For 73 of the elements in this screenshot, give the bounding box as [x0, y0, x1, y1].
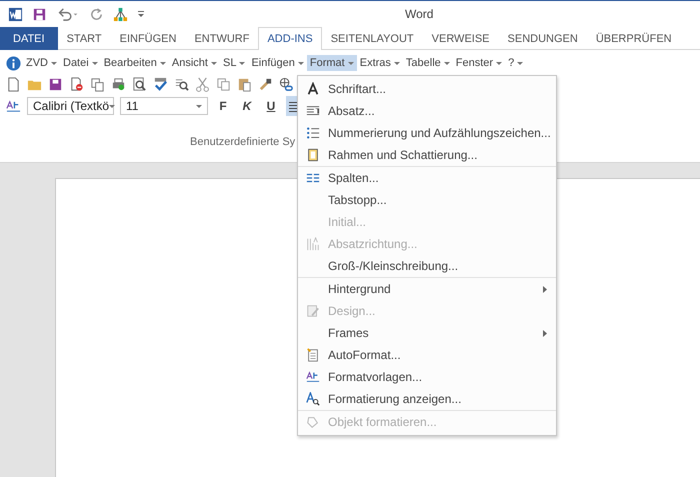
copy-icon[interactable]: [216, 76, 231, 92]
ribbon-tab[interactable]: VERWEISE: [422, 27, 499, 50]
styles-icon[interactable]: [6, 98, 21, 114]
ribbon-tab[interactable]: SENDUNGEN: [498, 27, 587, 50]
page-icon: [306, 148, 320, 162]
customize-icon[interactable]: [137, 9, 145, 19]
menu-item[interactable]: Spalten...: [298, 167, 556, 189]
menu-button[interactable]: Format: [306, 55, 357, 71]
ribbon-tab[interactable]: ADD-INS: [258, 27, 322, 50]
menu-button[interactable]: Extras: [356, 55, 403, 71]
ribbon-tab[interactable]: DATEI: [0, 27, 58, 50]
menu-item[interactable]: Rahmen und Schattierung...: [298, 144, 556, 167]
save-icon[interactable]: [32, 6, 47, 22]
ribbon-tab[interactable]: START: [58, 27, 111, 50]
ribbon-tab[interactable]: ENTWURF: [185, 27, 258, 50]
columns-icon: [306, 171, 320, 185]
info-icon[interactable]: [6, 56, 21, 70]
menu-item[interactable]: Frames: [298, 322, 556, 344]
paste-icon[interactable]: [237, 76, 252, 92]
menu-item[interactable]: Formatierung anzeigen...: [298, 388, 556, 411]
menu-button[interactable]: Datei: [60, 55, 101, 71]
menu-button[interactable]: Bearbeiten: [100, 55, 169, 71]
menu-item[interactable]: AutoFormat...: [298, 344, 556, 366]
bold-button[interactable]: F: [214, 96, 232, 116]
menu-button[interactable]: Einfügen: [248, 55, 307, 71]
menu-item[interactable]: Tabstopp...: [298, 189, 556, 211]
menu-item[interactable]: Formatvorlagen...: [298, 366, 556, 388]
design-icon: [306, 304, 320, 318]
network-icon[interactable]: [113, 6, 128, 22]
redo-icon[interactable]: [89, 6, 104, 22]
menu-button[interactable]: SL: [220, 55, 248, 71]
menu-button[interactable]: Fenster: [452, 55, 506, 71]
text-direction-icon: [306, 237, 320, 251]
menu-item[interactable]: Absatz...: [298, 100, 556, 122]
underline-button[interactable]: U: [262, 96, 280, 116]
menu-button[interactable]: Tabelle: [402, 55, 453, 71]
research-icon[interactable]: [174, 76, 189, 92]
format-painter-icon[interactable]: [258, 76, 273, 92]
menu-button[interactable]: Ansicht: [168, 55, 220, 71]
spelling-check-icon[interactable]: [153, 76, 168, 92]
menu-item[interactable]: Schriftart...: [298, 78, 556, 100]
ribbon-tab[interactable]: EINFÜGEN: [110, 27, 186, 50]
print-preview-icon[interactable]: [132, 76, 147, 92]
menu-item[interactable]: Hintergrund: [298, 278, 556, 300]
styles-icon: [306, 370, 320, 384]
hyperlink-icon[interactable]: [279, 76, 294, 92]
ribbon-tab[interactable]: ÜBERPRÜFEN: [586, 27, 681, 50]
paragraph-icon: [306, 104, 320, 118]
object-icon: [306, 415, 320, 429]
italic-button[interactable]: K: [238, 96, 256, 116]
window-title: Word: [405, 7, 434, 21]
letter-icon: [306, 82, 320, 96]
menu-button[interactable]: ZVD: [23, 55, 60, 71]
copy-document-icon[interactable]: [90, 76, 105, 92]
font-size-combo[interactable]: 11: [120, 97, 208, 115]
print-icon[interactable]: [111, 76, 126, 92]
menu-item[interactable]: Nummerierung und Aufzählungszeichen...: [298, 122, 556, 144]
menu-button[interactable]: ?: [505, 55, 526, 71]
new-document-icon[interactable]: [6, 76, 21, 92]
cut-icon[interactable]: [195, 76, 210, 92]
undo-icon[interactable]: [56, 6, 80, 22]
document-icon: [306, 348, 320, 362]
submenu-arrow-icon: [543, 330, 547, 336]
delete-document-icon[interactable]: [69, 76, 84, 92]
ribbon-tab[interactable]: SEITENLAYOUT: [322, 27, 423, 50]
menu-item[interactable]: Groß-/Kleinschreibung...: [298, 255, 556, 278]
list-icon: [306, 126, 320, 140]
group-label: Benutzerdefinierte Sy: [190, 136, 296, 148]
save-icon[interactable]: [48, 76, 63, 92]
font-name-combo[interactable]: Calibri (Textkö: [27, 97, 114, 115]
word-logo-icon[interactable]: [8, 6, 23, 22]
letter-magnifier-icon: [306, 392, 320, 406]
submenu-arrow-icon: [543, 286, 547, 292]
